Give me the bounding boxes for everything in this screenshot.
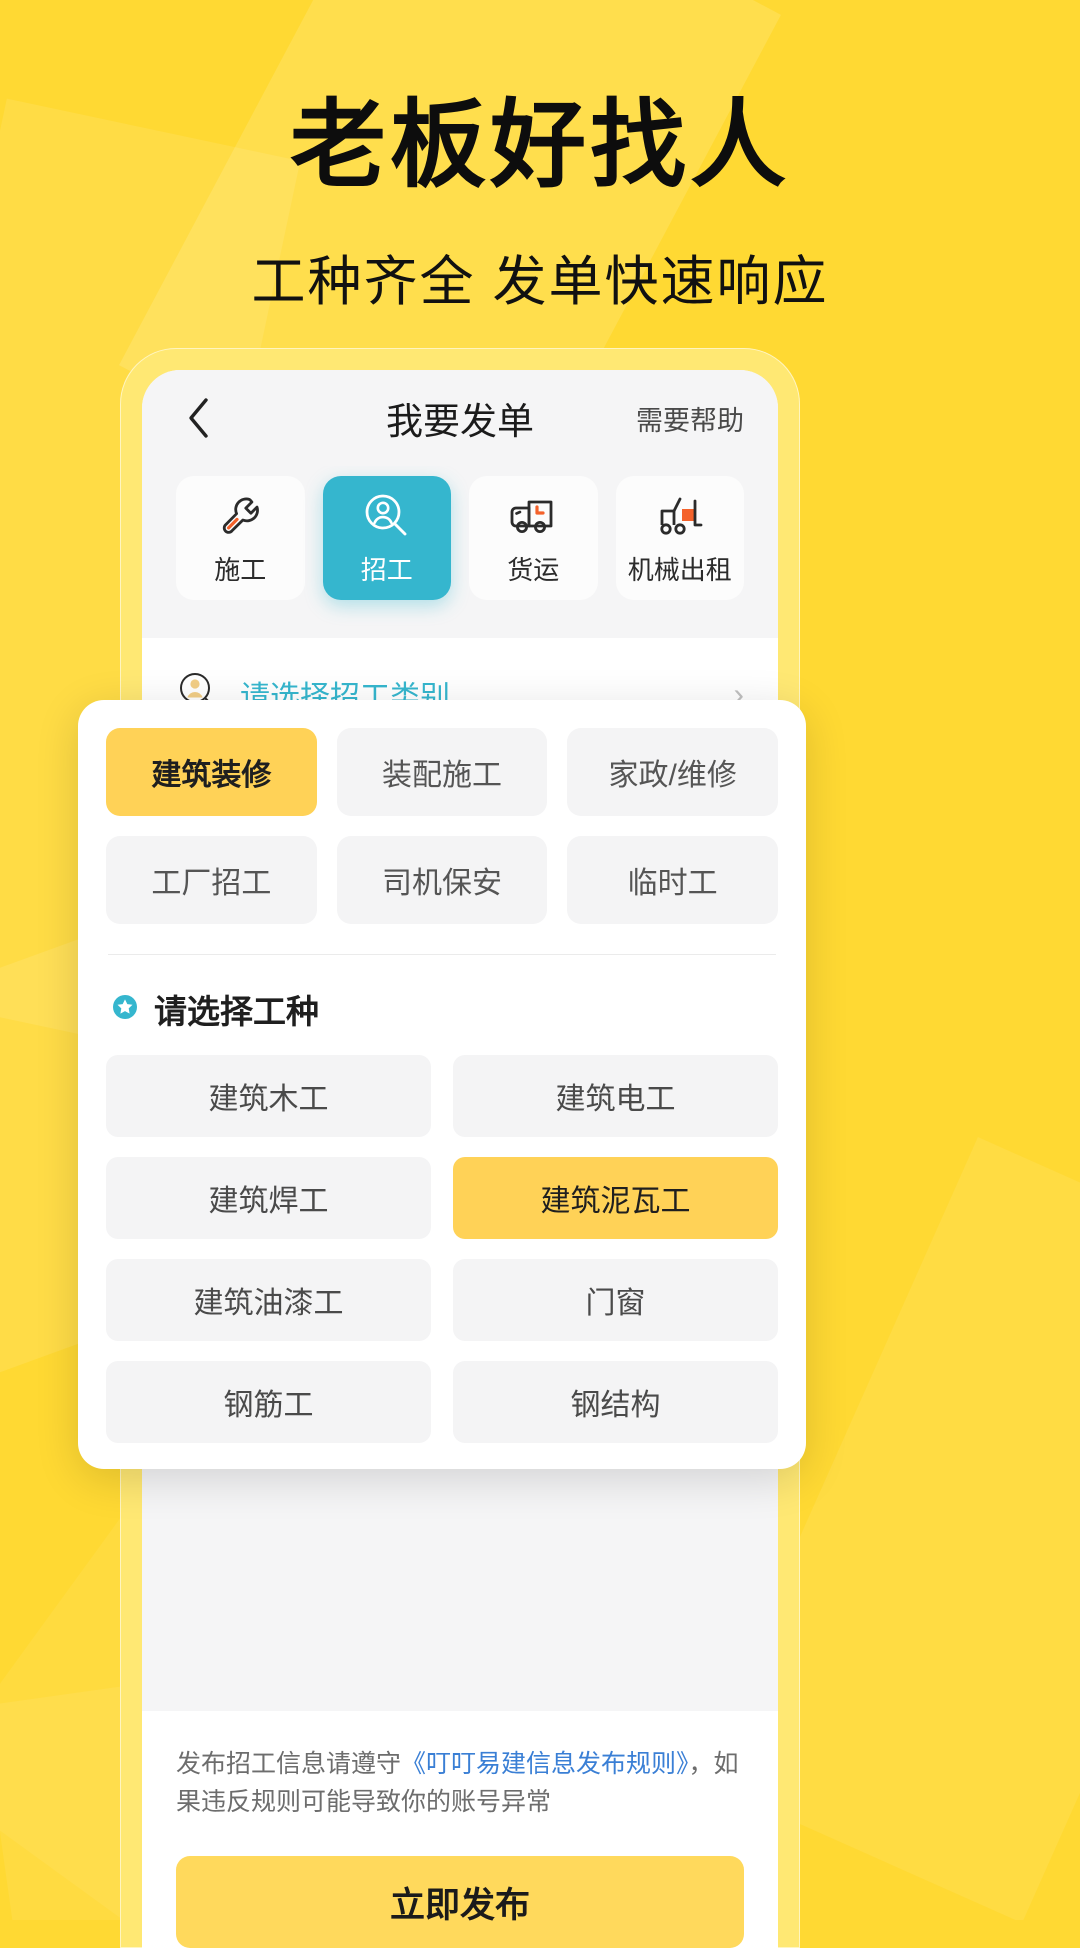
page-title: 老板好找人: [0, 96, 1080, 197]
category-chip[interactable]: 临时工: [567, 836, 778, 924]
tab-label: 施工: [214, 550, 266, 587]
chevron-left-icon: [185, 396, 211, 440]
forklift-icon: [654, 490, 706, 542]
publish-notice: 发布招工信息请遵守《叮叮易建信息发布规则》，如果违反规则可能导致你的账号异常: [176, 1745, 744, 1823]
star-badge-icon: [110, 992, 140, 1027]
job-section-title: 请选择工种: [154, 985, 319, 1033]
job-chip-grid: 建筑木工 建筑电工 建筑焊工 建筑泥瓦工 建筑油漆工 门窗 钢筋工 钢结构: [106, 1055, 778, 1443]
help-link[interactable]: 需要帮助: [636, 399, 744, 438]
wrench-icon: [215, 490, 265, 542]
tab-construction[interactable]: 施工: [176, 476, 305, 600]
popup-divider: [108, 954, 776, 955]
category-picker-popup: 建筑装修 装配施工 家政/维修 工厂招工 司机保安 临时工 请选择工种 建筑木工…: [78, 700, 806, 1469]
job-chip[interactable]: 钢筋工: [106, 1361, 431, 1443]
tab-freight[interactable]: 货运: [469, 476, 598, 600]
category-chip[interactable]: 装配施工: [337, 728, 548, 816]
tab-label: 招工: [361, 550, 413, 587]
tab-machinery-rental[interactable]: 机械出租: [616, 476, 745, 600]
category-chip[interactable]: 建筑装修: [106, 728, 317, 816]
rules-link[interactable]: 《叮叮易建信息发布规则》: [401, 1750, 689, 1778]
tab-hiring[interactable]: 招工: [323, 476, 452, 600]
service-tabs: 施工 招工: [142, 466, 778, 638]
job-chip[interactable]: 钢结构: [453, 1361, 778, 1443]
job-chip[interactable]: 建筑木工: [106, 1055, 431, 1137]
navigation-bar: 我要发单 需要帮助: [142, 370, 778, 466]
notice-prefix: 发布招工信息请遵守: [176, 1750, 401, 1778]
truck-icon: [507, 490, 559, 542]
back-button[interactable]: [176, 396, 220, 440]
category-chip-grid: 建筑装修 装配施工 家政/维修 工厂招工 司机保安 临时工: [106, 728, 778, 924]
tab-label: 货运: [507, 550, 559, 587]
job-chip[interactable]: 建筑焊工: [106, 1157, 431, 1239]
page-subtitle: 工种齐全 发单快速响应: [0, 237, 1080, 316]
job-chip[interactable]: 建筑油漆工: [106, 1259, 431, 1341]
category-chip[interactable]: 司机保安: [337, 836, 548, 924]
job-chip[interactable]: 门窗: [453, 1259, 778, 1341]
hero-section: 老板好找人 工种齐全 发单快速响应: [0, 0, 1080, 316]
job-chip[interactable]: 建筑泥瓦工: [453, 1157, 778, 1239]
person-search-icon: [362, 490, 412, 542]
category-chip[interactable]: 工厂招工: [106, 836, 317, 924]
job-section-header: 请选择工种: [110, 985, 778, 1033]
category-chip[interactable]: 家政/维修: [567, 728, 778, 816]
tab-label: 机械出租: [628, 550, 732, 587]
publish-button[interactable]: 立即发布: [176, 1856, 744, 1948]
bottom-action-block: 发布招工信息请遵守《叮叮易建信息发布规则》，如果违反规则可能导致你的账号异常 立…: [142, 1711, 778, 1948]
job-chip[interactable]: 建筑电工: [453, 1055, 778, 1137]
